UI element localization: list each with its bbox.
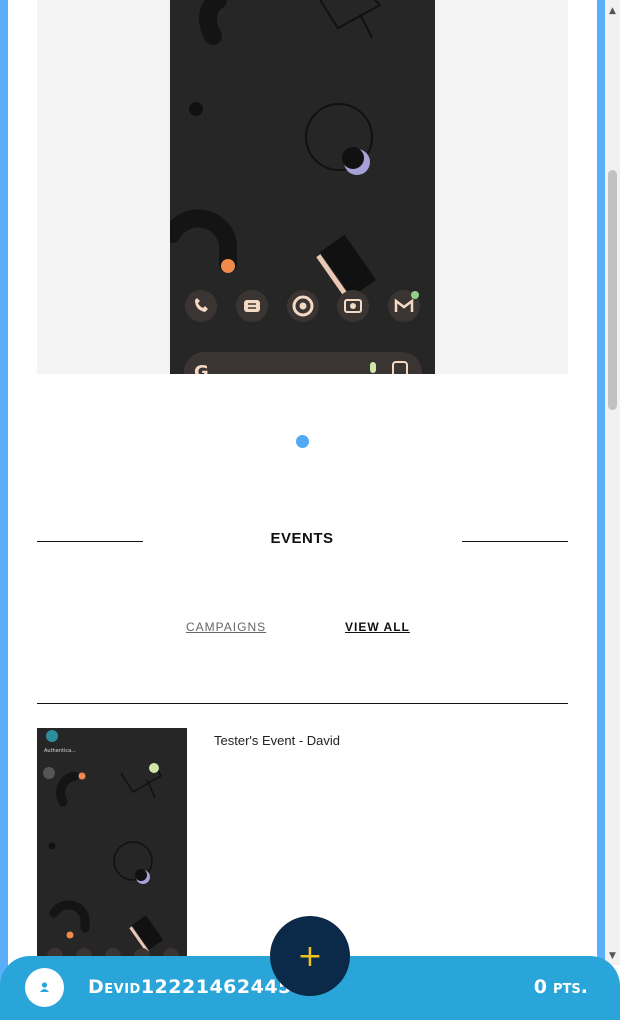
- event-title[interactable]: Tester's Event - David: [214, 733, 340, 748]
- view-all-link[interactable]: VIEW ALL: [345, 620, 410, 634]
- events-heading: EVENTS: [270, 530, 334, 547]
- points-display: 0 pts.: [528, 976, 588, 998]
- points-unit: pts.: [553, 976, 588, 998]
- scroll-thumb[interactable]: [608, 170, 617, 410]
- carousel-indicator-dot[interactable]: [296, 435, 309, 448]
- svg-text:G: G: [194, 362, 209, 374]
- avatar[interactable]: [25, 968, 64, 1007]
- campaigns-link[interactable]: CAMPAIGNS: [186, 620, 266, 634]
- user-icon: [40, 982, 49, 992]
- points-value: 0: [533, 976, 548, 998]
- plus-icon: +: [297, 938, 323, 974]
- events-divider: [37, 703, 568, 704]
- thumb-label: Authentica...: [44, 748, 76, 754]
- username: Devid12221462445: [88, 976, 292, 998]
- left-frame-border: [0, 0, 8, 1020]
- event-thumbnail[interactable]: Authentica...: [37, 728, 187, 965]
- carousel-phone-screenshot: G: [170, 0, 435, 374]
- scroll-up-arrow-icon[interactable]: ▲: [605, 4, 620, 18]
- right-frame-border: [597, 0, 605, 965]
- heading-divider-left: [37, 541, 143, 542]
- heading-divider-right: [462, 541, 568, 542]
- add-button[interactable]: +: [271, 917, 349, 995]
- scrollbar[interactable]: ▲ ▼: [605, 0, 620, 965]
- phone-wallpaper: G: [170, 0, 422, 374]
- event-thumbnail-image: Authentica...: [43, 730, 179, 964]
